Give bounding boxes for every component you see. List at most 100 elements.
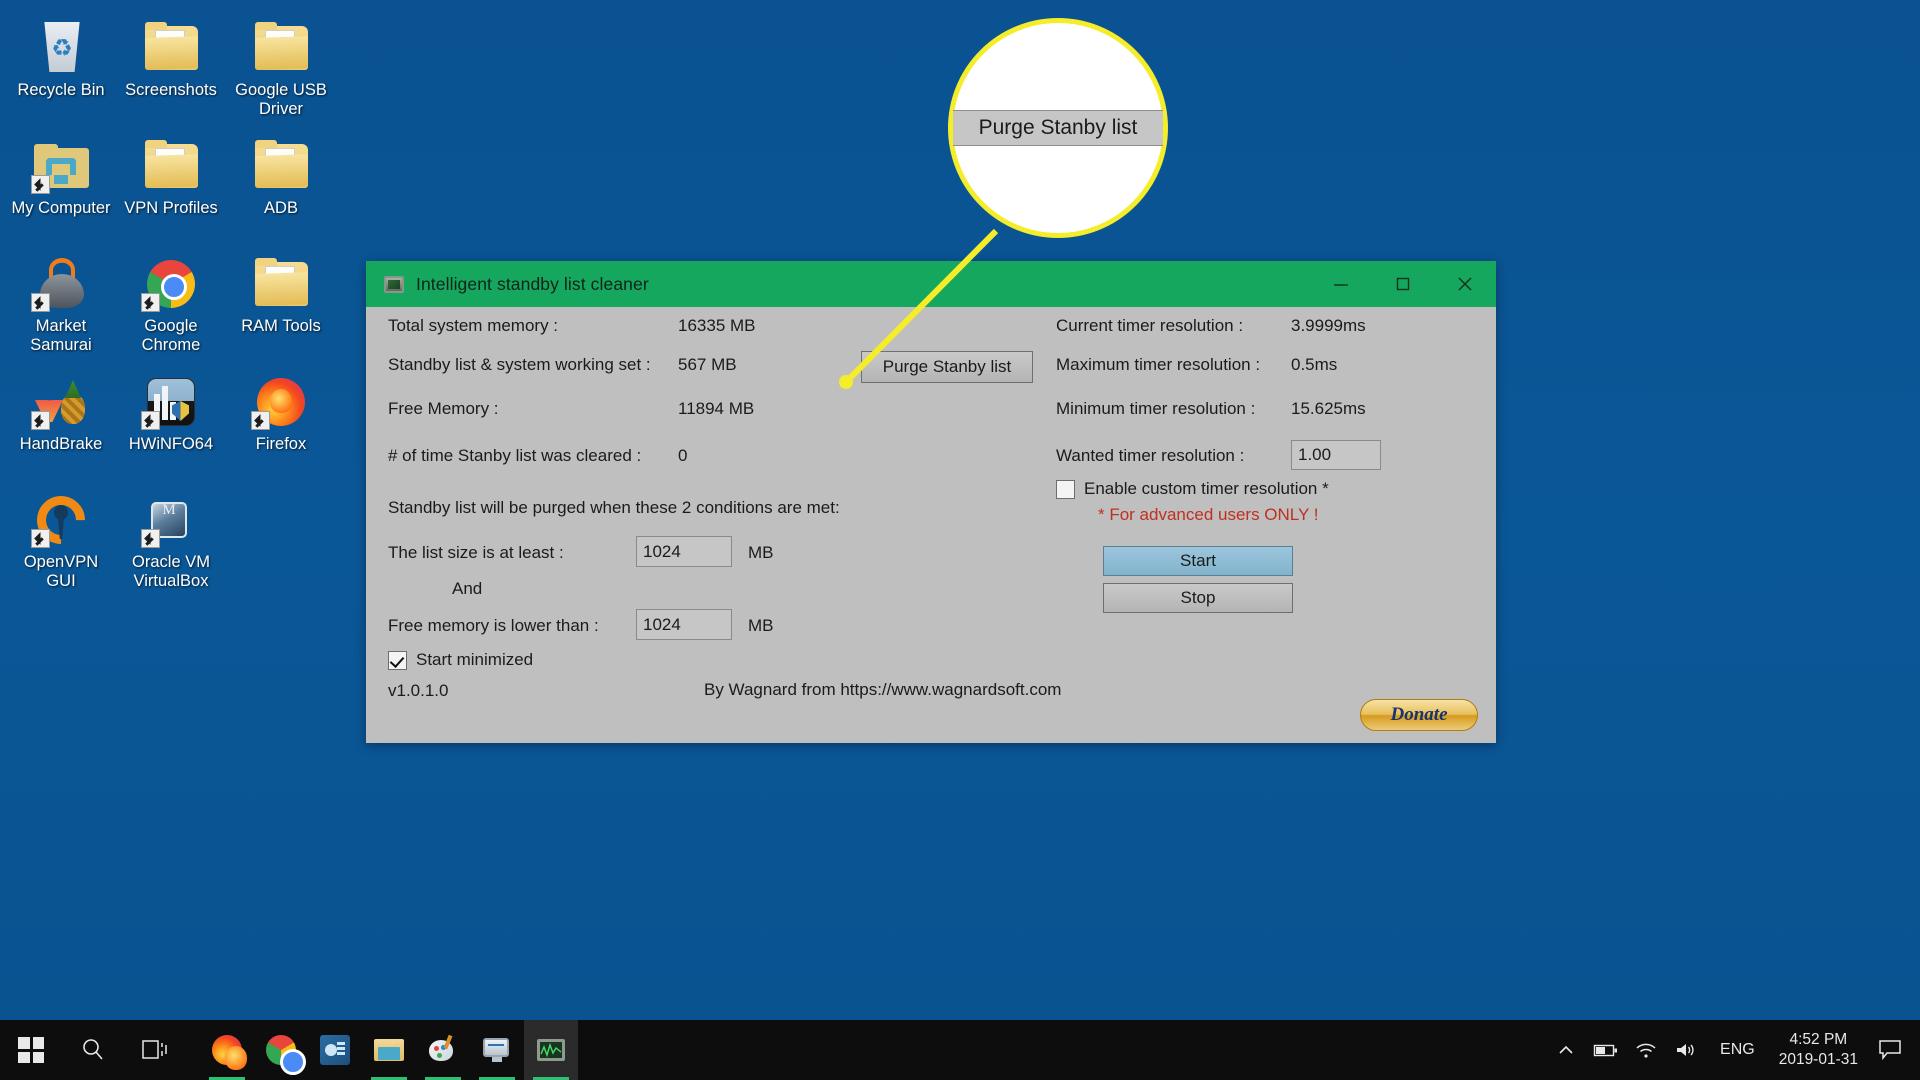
minimize-button[interactable] — [1310, 261, 1372, 307]
desktop-icon-adb[interactable]: ADB — [226, 126, 336, 244]
taskbar-file-explorer[interactable] — [362, 1020, 416, 1080]
desktop-icon-recycle-bin[interactable]: Recycle Bin — [6, 8, 116, 126]
task-view-button[interactable] — [124, 1020, 186, 1080]
free-memory-threshold-label: Free memory is lower than : — [388, 616, 599, 635]
desktop-icon-spacer — [226, 480, 336, 598]
maximum-timer-value: 0.5ms — [1291, 355, 1338, 374]
desktop-icon-label: My Computer — [11, 199, 111, 217]
shortcut-arrow-icon — [31, 529, 50, 548]
list-size-label: The list size is at least : — [388, 543, 564, 562]
taskbar-firefox[interactable] — [200, 1020, 254, 1080]
desktop-icon-label: Firefox — [255, 435, 307, 453]
desktop-icon-google-chrome[interactable]: Google Chrome — [116, 244, 226, 362]
desktop-icon-label: Screenshots — [125, 81, 217, 99]
clock-time: 4:52 PM — [1789, 1031, 1848, 1048]
volume-button[interactable] — [1666, 1020, 1706, 1080]
shortcut-arrow-icon — [141, 529, 160, 548]
folder-icon — [251, 134, 311, 194]
desktop-icon-label: RAM Tools — [241, 317, 321, 335]
maximize-button[interactable] — [1372, 261, 1434, 307]
standby-list-value: 567 MB — [678, 355, 737, 374]
free-memory-label: Free Memory : — [388, 399, 499, 418]
times-cleared-value: 0 — [678, 446, 688, 465]
desktop-icon-openvpn-gui[interactable]: OpenVPN GUI — [6, 480, 116, 598]
battery-button[interactable] — [1586, 1020, 1626, 1080]
desktop-icon-row: Recycle Bin Screenshots Google USB Drive… — [6, 8, 336, 126]
purge-standby-list-button[interactable]: Purge Stanby list — [861, 351, 1033, 383]
and-label: And — [452, 579, 483, 598]
list-size-unit: MB — [748, 543, 774, 562]
firefox-icon — [251, 370, 311, 430]
clock-date: 2019-01-31 — [1778, 1051, 1858, 1068]
folder-icon — [141, 134, 201, 194]
desktop-icon-hwinfo64[interactable]: HWiNFO64 — [116, 362, 226, 480]
desktop-icon-label: HandBrake — [19, 435, 103, 453]
desktop-icon-market-samurai[interactable]: Market Samurai — [6, 244, 116, 362]
search-button[interactable] — [62, 1020, 124, 1080]
desktop-icon-label: HWiNFO64 — [128, 435, 214, 453]
desktop-icon-grid: Recycle Bin Screenshots Google USB Drive… — [6, 8, 336, 598]
stop-button[interactable]: Stop — [1103, 583, 1293, 613]
version-label: v1.0.1.0 — [388, 681, 449, 700]
task-view-icon — [142, 1040, 167, 1059]
window-body: Total system memory : 16335 MB Standby l… — [366, 307, 1496, 743]
donate-button-label: Donate — [1390, 704, 1448, 725]
desktop-icon-screenshots[interactable]: Screenshots — [116, 8, 226, 126]
enable-custom-timer-checkbox[interactable] — [1056, 480, 1075, 499]
free-memory-threshold-input[interactable] — [636, 609, 732, 640]
desktop-icon-label: ADB — [264, 199, 298, 217]
paint-taskbar-icon — [428, 1034, 458, 1065]
taskbar-islc[interactable] — [524, 1020, 578, 1080]
callout-magnifier-bubble: Purge Stanby list — [948, 18, 1168, 238]
hwinfo64-icon — [141, 370, 201, 430]
donate-button[interactable]: Donate — [1360, 699, 1478, 731]
standby-list-label: Standby list & system working set : — [388, 355, 651, 374]
taskbar-excel[interactable] — [308, 1020, 362, 1080]
desktop-icon-oracle-vm-virtualbox[interactable]: Oracle VM VirtualBox — [116, 480, 226, 598]
desktop: Recycle Bin Screenshots Google USB Drive… — [0, 0, 1920, 1080]
chevron-up-icon — [1559, 1045, 1573, 1054]
openvpn-icon — [27, 486, 95, 554]
taskbar-chrome[interactable] — [254, 1020, 308, 1080]
desktop-icon-row: My Computer VPN Profiles ADB — [6, 126, 336, 244]
shortcut-arrow-icon — [141, 411, 160, 430]
recycle-bin-icon — [31, 16, 91, 76]
desktop-icon-my-computer[interactable]: My Computer — [6, 126, 116, 244]
minimum-timer-label: Minimum timer resolution : — [1056, 399, 1256, 418]
window-title: Intelligent standby list cleaner — [416, 273, 649, 294]
action-center-button[interactable] — [1868, 1039, 1912, 1061]
current-timer-label: Current timer resolution : — [1056, 316, 1244, 335]
clock[interactable]: 4:52 PM 2019-01-31 — [1769, 1030, 1868, 1070]
excel-taskbar-icon — [320, 1035, 350, 1065]
advanced-users-warning: * For advanced users ONLY ! — [1098, 505, 1319, 524]
handbrake-icon — [31, 370, 91, 430]
desktop-icon-label: Oracle VM VirtualBox — [132, 553, 210, 590]
folder-icon — [251, 16, 311, 76]
start-minimized-checkbox[interactable] — [388, 651, 407, 670]
taskbar-paint[interactable] — [416, 1020, 470, 1080]
desktop-icon-handbrake[interactable]: HandBrake — [6, 362, 116, 480]
shortcut-arrow-icon — [31, 175, 50, 194]
network-button[interactable] — [1626, 1020, 1666, 1080]
desktop-icon-firefox[interactable]: Firefox — [226, 362, 336, 480]
system-tray: ENG 4:52 PM 2019-01-31 — [1546, 1020, 1920, 1080]
islc-taskbar-icon — [536, 1035, 566, 1065]
window-title-bar[interactable]: Intelligent standby list cleaner — [366, 261, 1496, 307]
language-indicator[interactable]: ENG — [1706, 1041, 1769, 1059]
virtualbox-icon — [141, 488, 201, 548]
show-hidden-icons-button[interactable] — [1546, 1020, 1586, 1080]
windows-start-icon — [18, 1037, 44, 1063]
desktop-icon-vpn-profiles[interactable]: VPN Profiles — [116, 126, 226, 244]
market-samurai-icon — [31, 252, 91, 312]
desktop-icon-google-usb-driver[interactable]: Google USB Driver — [226, 8, 336, 126]
desktop-icon-label: Market Samurai — [30, 317, 92, 354]
chrome-taskbar-icon — [266, 1035, 306, 1075]
wanted-timer-input[interactable] — [1291, 440, 1381, 470]
start-button[interactable]: Start — [1103, 546, 1293, 576]
close-button[interactable] — [1434, 261, 1496, 307]
list-size-input[interactable] — [636, 536, 732, 567]
start-minimized-label: Start minimized — [416, 650, 534, 669]
desktop-icon-ram-tools[interactable]: RAM Tools — [226, 244, 336, 362]
start-button[interactable] — [0, 1020, 62, 1080]
taskbar-monitor[interactable] — [470, 1020, 524, 1080]
